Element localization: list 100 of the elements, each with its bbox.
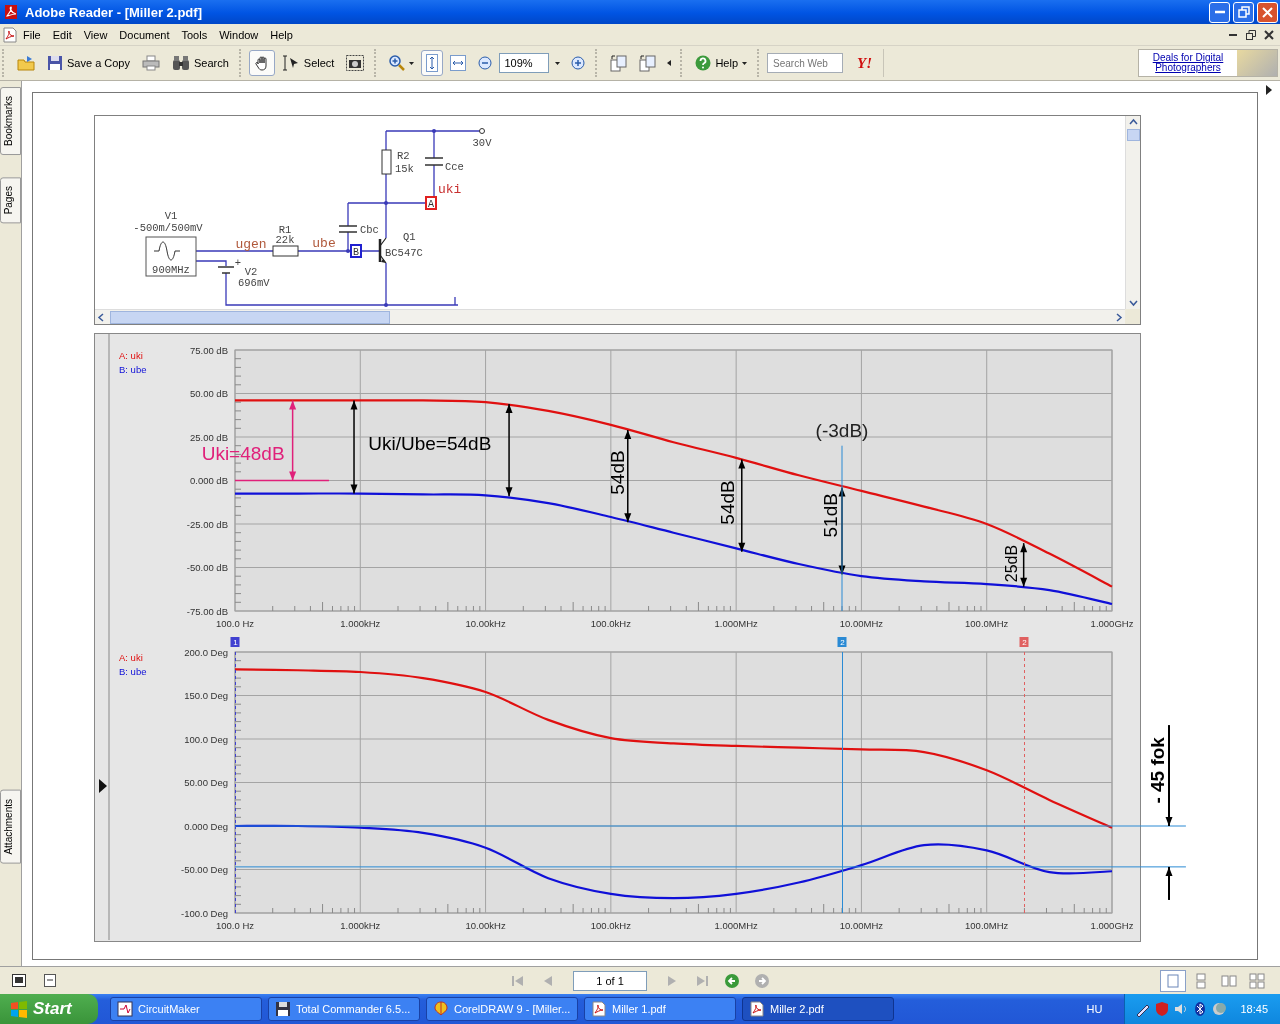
side-tab[interactable]: Attachments xyxy=(0,790,21,864)
taskbar-button[interactable]: Miller 2.pdf xyxy=(742,997,894,1021)
save-copy-button[interactable]: Save a Copy xyxy=(42,50,135,76)
menu-item[interactable]: Edit xyxy=(46,26,78,43)
taskbar-button[interactable]: CircuitMaker xyxy=(110,997,262,1021)
taskbar-button[interactable]: Total Commander 6.5... xyxy=(268,997,420,1021)
y-tick-label: -100.0 Deg xyxy=(181,907,228,919)
camera-icon xyxy=(346,55,365,71)
y-tick-label: 200.0 Deg xyxy=(184,646,228,658)
schematic-label: V1 xyxy=(164,210,178,222)
schematic-label: 30V xyxy=(472,137,492,149)
help-button[interactable]: Help xyxy=(690,50,753,76)
restore-icon xyxy=(1246,29,1256,40)
document-close-button[interactable] xyxy=(1262,27,1276,42)
taskbar-button[interactable]: Miller 1.pdf xyxy=(584,997,736,1021)
x-tick-label: 100.0MHz xyxy=(965,920,1009,931)
fit-width-icon xyxy=(450,55,467,71)
schematic-label: + xyxy=(234,257,242,269)
rotate-page-icon xyxy=(639,54,657,72)
windows-logo-icon xyxy=(10,1000,28,1018)
scrollbar-corner xyxy=(1125,309,1140,324)
pdf-icon xyxy=(749,1001,765,1017)
side-tab[interactable]: Pages xyxy=(0,177,21,224)
hand-tool-button[interactable] xyxy=(248,50,275,76)
yahoo-button[interactable]: Y! xyxy=(851,54,879,72)
page-layout-icon xyxy=(1165,972,1181,989)
y-tick-label: 25.00 dB xyxy=(189,431,228,443)
side-tab[interactable]: Bookmarks xyxy=(0,87,21,155)
zoom-in-icon xyxy=(571,56,586,70)
x-tick-label: 1.000kHz xyxy=(340,618,381,629)
y-tick-label: 0.000 Deg xyxy=(184,820,228,832)
y-tick-label: 50.00 Deg xyxy=(184,777,228,788)
marker-label: B xyxy=(353,247,359,258)
page-layout-button[interactable] xyxy=(1160,969,1186,992)
balloon-icon xyxy=(433,1001,449,1017)
annotation-label: 51dB xyxy=(819,493,841,538)
search-web-field[interactable]: Search Web xyxy=(767,53,844,73)
annotation-label: Uki/Ube=54dB xyxy=(368,432,492,454)
search-button[interactable]: Search xyxy=(167,50,234,76)
help-icon xyxy=(695,55,712,71)
zoom-field[interactable]: 109% xyxy=(499,53,550,73)
caret-icon xyxy=(667,60,672,66)
schematic-label: Cbc xyxy=(360,224,379,236)
shield-icon xyxy=(1154,1001,1171,1017)
net-label: ugen xyxy=(235,237,267,252)
window-title: Adobe Reader - [Miller 2.pdf] xyxy=(25,4,203,20)
annotation-label: 25dB xyxy=(1003,544,1021,583)
cursor-line[interactable] xyxy=(841,445,843,612)
window-icon xyxy=(12,974,26,987)
language-indicator[interactable]: HU xyxy=(1086,1003,1103,1015)
horizontal-scrollbar[interactable] xyxy=(95,309,1125,324)
annotation-label: 54dB xyxy=(606,450,628,495)
moon-icon xyxy=(1211,1001,1228,1017)
minimize-icon xyxy=(1213,10,1226,14)
restore-icon xyxy=(1237,6,1250,18)
scrollbar-thumb[interactable] xyxy=(1126,129,1140,141)
x-tick-label: 1.000GHz xyxy=(1090,618,1134,629)
expand-triangle-icon[interactable] xyxy=(99,779,107,793)
binoculars-icon xyxy=(172,55,190,71)
pdf-icon xyxy=(591,1001,607,1017)
page-layout-icon xyxy=(1249,972,1265,989)
menu-item[interactable]: Window xyxy=(213,26,265,43)
minimize-button[interactable] xyxy=(1209,1,1230,23)
text-cursor-icon xyxy=(281,55,300,71)
menu-item[interactable]: View xyxy=(77,26,114,43)
panel-icon xyxy=(44,974,56,987)
y-tick-label: 50.00 dB xyxy=(189,388,228,399)
minimize-icon xyxy=(1229,33,1237,36)
annotation-label: - 45 fok xyxy=(1146,737,1168,804)
cursor-line[interactable] xyxy=(235,651,236,914)
scrollbar-thumb[interactable] xyxy=(110,310,390,324)
annotation-label: 54dB xyxy=(717,480,739,525)
schematic-label: R1 xyxy=(278,224,292,236)
vertical-scrollbar[interactable] xyxy=(1125,116,1140,309)
zoom-out-icon xyxy=(478,56,493,70)
x-tick-label: 10.00kHz xyxy=(465,920,506,931)
menu-item[interactable]: File xyxy=(17,26,47,43)
page-number-field[interactable]: 1 of 1 xyxy=(573,970,647,991)
document-restore-button[interactable] xyxy=(1244,27,1258,42)
menu-item[interactable]: Help xyxy=(264,26,299,43)
select-tool-button[interactable]: Select xyxy=(276,50,340,76)
close-button[interactable] xyxy=(1257,1,1278,23)
ad-link[interactable]: Deals for Digital Photographers xyxy=(1139,53,1237,73)
x-tick-label: 1.000MHz xyxy=(714,920,758,931)
fit-page-button[interactable] xyxy=(421,50,444,76)
x-tick-label: 1.000MHz xyxy=(714,618,758,629)
y-tick-label: -25.00 dB xyxy=(186,518,228,530)
cursor-label: 2 xyxy=(1022,638,1027,647)
menu-item[interactable]: Tools xyxy=(175,26,214,43)
menu-item[interactable]: Document xyxy=(113,26,176,43)
cursor-line[interactable] xyxy=(1024,651,1025,914)
x-tick-label: 10.00MHz xyxy=(839,920,884,931)
net-label: uki xyxy=(438,182,462,197)
schematic-label: 900MHz xyxy=(152,264,190,276)
printer-icon xyxy=(142,55,160,71)
x-tick-label: 100.0 Hz xyxy=(216,618,254,629)
legend-label: B: ube xyxy=(119,364,147,375)
restore-button[interactable] xyxy=(1233,1,1254,23)
y-tick-label: 150.0 Deg xyxy=(184,690,228,701)
taskbar-button[interactable]: CorelDRAW 9 - [Miller... xyxy=(426,997,578,1021)
